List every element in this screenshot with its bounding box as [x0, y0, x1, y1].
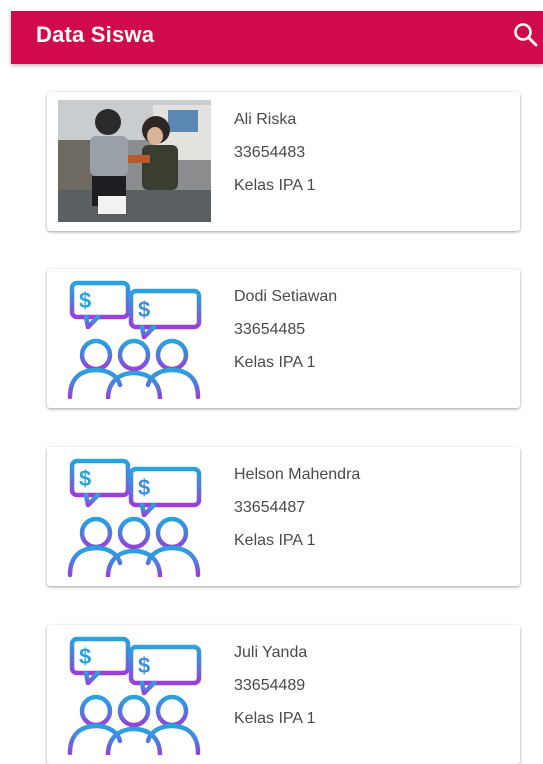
- svg-text:$: $: [79, 644, 91, 669]
- student-card[interactable]: $ $ Helson Mahendra 33654487 Kelas IPA 1: [47, 447, 520, 586]
- page-title: Data Siswa: [36, 22, 155, 47]
- student-info: Helson Mahendra 33654487 Kelas IPA 1: [234, 458, 360, 557]
- svg-text:$: $: [138, 297, 150, 322]
- student-card[interactable]: Ali Riska 33654483 Kelas IPA 1: [47, 92, 520, 231]
- svg-text:$: $: [79, 466, 91, 491]
- student-class: Kelas IPA 1: [234, 354, 316, 371]
- student-class: Kelas IPA 1: [234, 177, 316, 194]
- search-button[interactable]: [512, 20, 540, 50]
- student-nis: 33654485: [234, 321, 306, 338]
- student-photo: [58, 100, 211, 222]
- student-name: Helson Mahendra: [234, 466, 361, 483]
- people-chat-icon: $ $: [58, 455, 211, 577]
- svg-text:$: $: [138, 653, 150, 678]
- search-icon: [514, 23, 538, 47]
- student-list: Ali Riska 33654483 Kelas IPA 1 $ $ Dodi …: [0, 0, 543, 764]
- student-info: Dodi Setiawan 33654485 Kelas IPA 1: [234, 280, 337, 379]
- student-name: Ali Riska: [234, 111, 297, 128]
- people-chat-icon: $ $: [58, 277, 211, 399]
- student-card[interactable]: $ $ Juli Yanda 33654489 Kelas IPA 1: [47, 625, 520, 764]
- student-name: Juli Yanda: [234, 644, 308, 661]
- people-chat-icon: $ $: [58, 633, 211, 755]
- student-nis: 33654487: [234, 499, 306, 516]
- student-nis: 33654483: [234, 144, 306, 161]
- student-nis: 33654489: [234, 677, 306, 694]
- student-info: Juli Yanda 33654489 Kelas IPA 1: [234, 636, 316, 735]
- student-class: Kelas IPA 1: [234, 532, 316, 549]
- svg-text:$: $: [138, 475, 150, 500]
- student-class: Kelas IPA 1: [234, 710, 316, 727]
- student-name: Dodi Setiawan: [234, 288, 338, 305]
- student-info: Ali Riska 33654483 Kelas IPA 1: [234, 103, 316, 202]
- app-bar: Data Siswa: [11, 11, 543, 64]
- svg-text:$: $: [79, 288, 91, 313]
- student-card[interactable]: $ $ Dodi Setiawan 33654485 Kelas IPA 1: [47, 269, 520, 408]
